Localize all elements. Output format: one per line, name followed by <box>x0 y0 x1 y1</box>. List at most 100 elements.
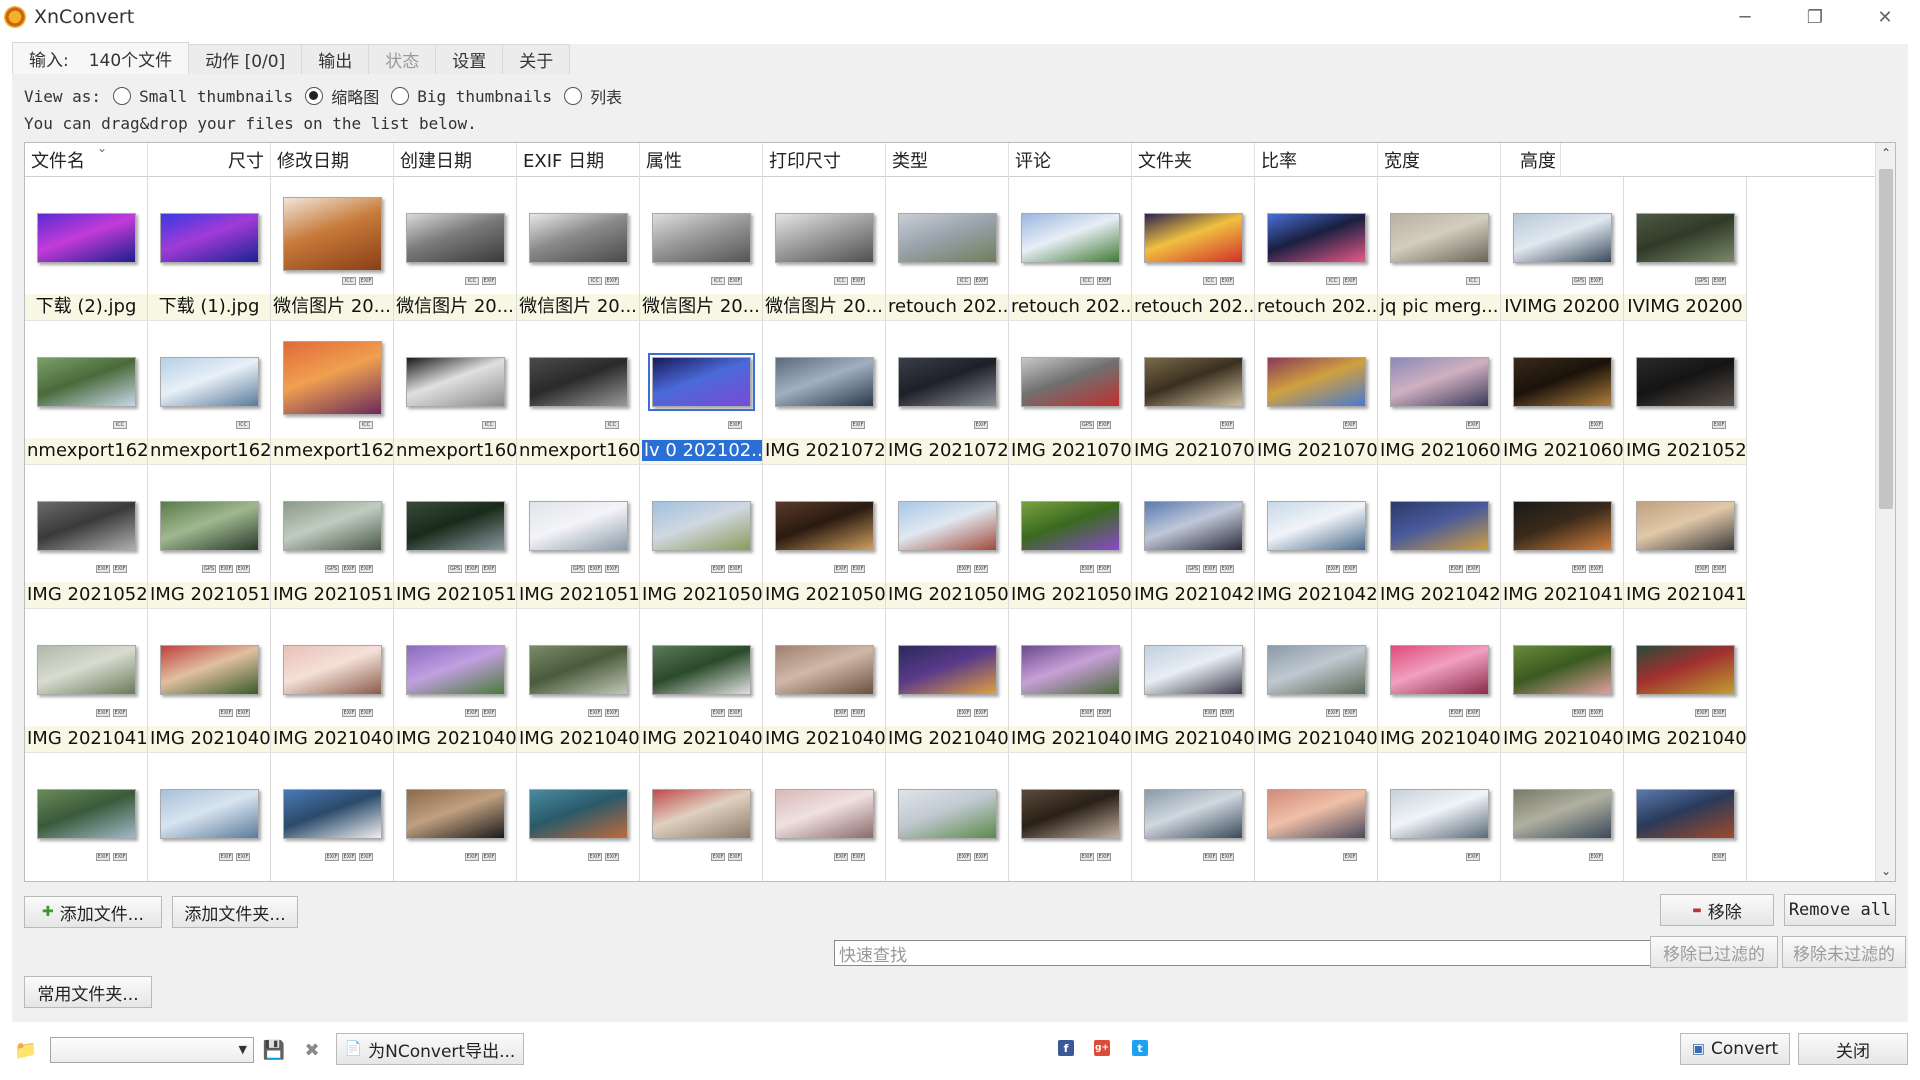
file-thumbnail-item[interactable]: EXIFEXIF IMG 2021040... <box>517 609 640 753</box>
minimize-button[interactable]: ─ <box>1710 0 1780 34</box>
file-thumbnail-item[interactable]: EXIFEXIF IMG 2021041... <box>1624 465 1747 609</box>
restore-button[interactable]: ❐ <box>1780 0 1850 34</box>
export-nconvert-button[interactable]: 📄 为NConvert导出... <box>336 1033 524 1065</box>
file-thumbnail-item[interactable]: EXIFEXIF IMG 2021040... <box>640 609 763 753</box>
googleplus-icon[interactable]: g+ <box>1094 1040 1110 1056</box>
file-thumbnail-item[interactable]: ICC EXIF 微信图片 20... <box>271 177 394 321</box>
file-thumbnail-item[interactable]: EXIFEXIF IMG 2021040... <box>1501 609 1624 753</box>
file-thumbnail-item[interactable]: GPSEXIFEXIFIMG 2021042... <box>1132 465 1255 609</box>
view-thumbnails-option[interactable]: 缩略图 <box>305 84 379 108</box>
file-thumbnail-item[interactable]: EXIF <box>1378 753 1501 881</box>
view-small-thumbnails-radio[interactable] <box>113 87 132 105</box>
column-filename[interactable]: 文件名 ⌄ <box>25 143 148 177</box>
tab-actions[interactable]: 动作 [0/0] <box>188 44 303 74</box>
file-thumbnail-item[interactable]: ICC EXIF retouch 202... <box>1009 177 1132 321</box>
file-thumbnail-item[interactable]: EXIF EXIF <box>148 753 271 881</box>
vertical-scrollbar[interactable]: ⌃ ⌄ <box>1875 143 1895 881</box>
close-window-button[interactable]: ✕ <box>1850 0 1920 34</box>
add-files-button[interactable]: ✚ 添加文件... <box>24 896 162 928</box>
file-thumbnail-item[interactable]: EXIF EXIF <box>25 753 148 881</box>
column-size[interactable]: 尺寸 <box>148 143 271 177</box>
twitter-icon[interactable]: t <box>1132 1040 1148 1056</box>
column-exif-date[interactable]: EXIF 日期 <box>517 143 640 177</box>
column-ratio[interactable]: 比率 <box>1255 143 1378 177</box>
file-thumbnail-item[interactable]: EXIF IMG 2021060... <box>1501 321 1624 465</box>
scroll-up-icon[interactable]: ⌃ <box>1876 143 1895 163</box>
tab-settings[interactable]: 设置 <box>435 44 504 74</box>
file-thumbnail-item[interactable]: EXIFEXIF IMG 2021040... <box>394 609 517 753</box>
view-big-thumbnails-radio[interactable] <box>391 87 410 105</box>
scrollbar-thumb[interactable] <box>1879 169 1893 509</box>
file-thumbnail-item[interactable]: EXIF IMG 2021070... <box>1255 321 1378 465</box>
file-thumbnail-item[interactable]: ICC nmexport162... <box>271 321 394 465</box>
file-thumbnail-item[interactable]: EXIF IMG 2021072... <box>886 321 1009 465</box>
file-thumbnail-item[interactable]: EXIFEXIF IMG 2021040... <box>1378 609 1501 753</box>
file-thumbnail-item[interactable]: EXIFEXIF IMG 2021040... <box>1624 609 1747 753</box>
file-thumbnail-item[interactable]: EXIFEXIF IMG 2021050... <box>763 465 886 609</box>
file-thumbnail-item[interactable]: ICC EXIF 微信图片 20... <box>517 177 640 321</box>
tab-about[interactable]: 关于 <box>502 44 571 74</box>
file-thumbnail-item[interactable]: EXIFEXIF IMG 2021040... <box>1009 609 1132 753</box>
column-width[interactable]: 宽度 <box>1378 143 1501 177</box>
file-thumbnail-item[interactable]: ICC jq pic merg... <box>1378 177 1501 321</box>
file-thumbnail-item[interactable]: ICC EXIF 微信图片 20... <box>640 177 763 321</box>
column-type[interactable]: 类型 <box>886 143 1009 177</box>
file-thumbnail-item[interactable]: EXIF <box>1501 753 1624 881</box>
column-print-size[interactable]: 打印尺寸 <box>763 143 886 177</box>
file-list[interactable]: 文件名 ⌄ 尺寸 修改日期 创建日期 EXIF 日期 属性 打印尺寸 类型 评论… <box>24 142 1896 882</box>
file-thumbnail-item[interactable]: ICC nmexport162... <box>148 321 271 465</box>
file-thumbnail-item[interactable]: EXIFEXIF IMG 2021050... <box>640 465 763 609</box>
file-thumbnail-item[interactable]: EXIF EXIF <box>763 753 886 881</box>
column-height[interactable]: 高度 <box>1501 143 1561 177</box>
file-thumbnail-item[interactable]: EXIF IMG 2021052... <box>1624 321 1747 465</box>
file-thumbnail-item[interactable]: EXIFEXIF IMG 2021041... <box>1501 465 1624 609</box>
view-small-thumbnails-option[interactable]: Small thumbnails <box>113 87 293 106</box>
remove-all-button[interactable]: Remove all <box>1784 894 1896 926</box>
column-attributes[interactable]: 属性 <box>640 143 763 177</box>
file-thumbnail-item[interactable]: ICC EXIF 微信图片 20... <box>394 177 517 321</box>
file-thumbnail-item[interactable]: ICC nmexport160... <box>517 321 640 465</box>
file-thumbnail-item[interactable]: 下载 (1).jpg <box>148 177 271 321</box>
delete-preset-icon[interactable]: ✖ <box>300 1038 324 1062</box>
file-thumbnail-item[interactable]: GPS EXIF IVIMG 20200 <box>1501 177 1624 321</box>
file-thumbnail-item[interactable]: EXIFEXIF IMG 2021040... <box>763 609 886 753</box>
file-thumbnail-item[interactable]: EXIFEXIF IMG 2021042... <box>1378 465 1501 609</box>
file-thumbnail-item[interactable]: GPS EXIF IVIMG 20200 <box>1624 177 1747 321</box>
file-thumbnail-item[interactable]: ICC EXIF retouch 202... <box>886 177 1009 321</box>
column-comment[interactable]: 评论 <box>1009 143 1132 177</box>
remove-button[interactable]: ▬ 移除 <box>1660 894 1774 926</box>
file-thumbnail-item[interactable]: EXIFEXIF IMG 2021050... <box>886 465 1009 609</box>
file-thumbnail-item[interactable]: ICC nmexport162... <box>25 321 148 465</box>
view-thumbnails-radio[interactable] <box>305 87 324 105</box>
view-big-thumbnails-option[interactable]: Big thumbnails <box>391 87 552 106</box>
file-thumbnail-item[interactable]: EXIF IMG 2021060... <box>1378 321 1501 465</box>
quick-search-input[interactable]: 快速查找 <box>834 940 1658 966</box>
file-thumbnail-item[interactable]: ICC EXIF retouch 202... <box>1255 177 1378 321</box>
file-thumbnail-item[interactable]: EXIFEXIF IMG 2021042... <box>1255 465 1378 609</box>
file-thumbnail-item[interactable]: GPSEXIFEXIFIMG 2021051... <box>394 465 517 609</box>
file-thumbnail-item[interactable]: EXIF EXIF <box>1009 753 1132 881</box>
file-thumbnail-item[interactable]: EXIF IMG 2021070... <box>1132 321 1255 465</box>
file-thumbnail-item[interactable]: EXIFEXIF IMG 2021040... <box>271 609 394 753</box>
file-thumbnail-item[interactable]: EXIF EXIF <box>394 753 517 881</box>
file-thumbnail-item[interactable]: ICC EXIF retouch 202... <box>1132 177 1255 321</box>
file-thumbnail-item[interactable]: EXIFEXIF IMG 2021040... <box>148 609 271 753</box>
file-thumbnail-item[interactable]: EXIF lv 0 202102... <box>640 321 763 465</box>
preset-select[interactable]: ▼ <box>50 1037 254 1063</box>
file-thumbnail-item[interactable]: GPSEXIFEXIFIMG 2021051... <box>271 465 394 609</box>
common-folders-button[interactable]: 常用文件夹... <box>24 976 152 1008</box>
facebook-icon[interactable]: f <box>1058 1040 1074 1056</box>
file-thumbnail-item[interactable]: EXIF EXIF <box>517 753 640 881</box>
file-thumbnail-item[interactable]: EXIFEXIF IMG 2021052... <box>25 465 148 609</box>
file-thumbnail-item[interactable]: EXIFEXIF IMG 2021040... <box>1132 609 1255 753</box>
file-thumbnail-item[interactable]: EXIF <box>1624 753 1747 881</box>
file-thumbnail-item[interactable]: EXIFEXIF IMG 2021041... <box>25 609 148 753</box>
save-icon[interactable]: 💾 <box>262 1038 286 1062</box>
tab-output[interactable]: 输出 <box>301 44 370 74</box>
file-thumbnail-item[interactable]: EXIF EXIF <box>886 753 1009 881</box>
file-thumbnail-item[interactable]: EXIFEXIF IMG 2021050... <box>1009 465 1132 609</box>
file-thumbnail-item[interactable]: ICC EXIF 微信图片 20... <box>763 177 886 321</box>
convert-button[interactable]: ▣ Convert <box>1680 1033 1790 1065</box>
file-thumbnail-item[interactable]: EXIFEXIF IMG 2021040... <box>886 609 1009 753</box>
file-thumbnail-item[interactable]: EXIF EXIF <box>1132 753 1255 881</box>
